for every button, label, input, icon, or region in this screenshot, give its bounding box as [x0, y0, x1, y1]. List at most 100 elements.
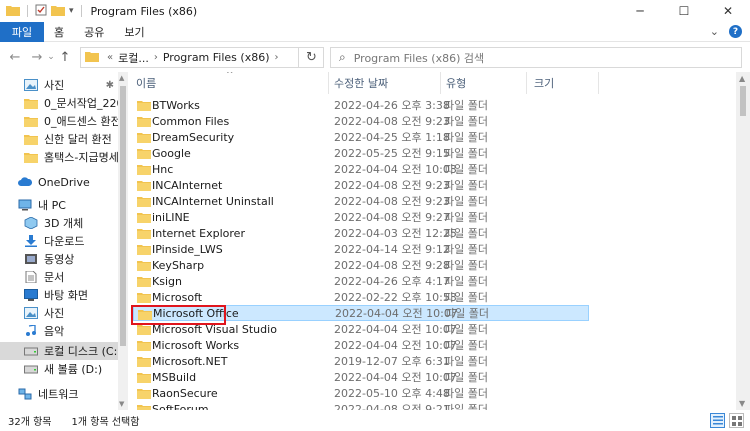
- search-box[interactable]: ⌕ Program Files (x86) 검색: [330, 47, 742, 68]
- file-row[interactable]: Microsoft.NET 2019-12-07 오후 6:31 파일 폴더: [133, 353, 589, 369]
- folder-icon: [24, 133, 38, 145]
- file-name: Common Files: [152, 114, 230, 128]
- tab-file[interactable]: 파일: [0, 21, 44, 42]
- chevron-right-icon[interactable]: ›: [275, 52, 279, 63]
- sidebar-item[interactable]: 0_문서작업_220: [0, 94, 118, 112]
- file-row[interactable]: Hnc 2022-04-04 오전 10:03 파일 폴더: [133, 161, 589, 177]
- file-type: 파일 폴더: [444, 115, 488, 128]
- folder-icon: [137, 291, 151, 306]
- folder-icon: [137, 195, 151, 210]
- column-header-name[interactable]: 이름: [136, 72, 156, 94]
- folder-icon: [137, 163, 151, 178]
- sidebar-item[interactable]: 내 PC: [0, 196, 118, 214]
- file-date: 2022-04-04 오전 10:07: [334, 371, 457, 384]
- file-row[interactable]: Internet Explorer 2022-04-03 오전 12:25 파일 폴…: [133, 225, 589, 241]
- breadcrumb-overflow[interactable]: «: [107, 52, 113, 63]
- drive-icon: [24, 345, 38, 357]
- help-icon[interactable]: ?: [729, 25, 742, 38]
- file-date: 2022-04-08 오전 9:23: [334, 179, 450, 192]
- expand-ribbon-icon[interactable]: ⌄: [710, 25, 719, 38]
- file-row[interactable]: Google 2022-05-25 오전 9:15 파일 폴더: [133, 145, 589, 161]
- tab-home[interactable]: 홈: [44, 24, 74, 40]
- desktop-icon: [24, 289, 38, 301]
- chevron-right-icon[interactable]: ›: [154, 52, 158, 63]
- file-date: 2022-04-14 오전 9:12: [334, 243, 450, 256]
- file-row[interactable]: Common Files 2022-04-08 오전 9:23 파일 폴더: [133, 113, 589, 129]
- file-type: 파일 폴더: [444, 147, 488, 160]
- folder-icon: [85, 50, 99, 65]
- recent-locations-icon[interactable]: ⌄: [46, 48, 56, 66]
- video-icon: [24, 253, 38, 265]
- file-date: 2022-04-25 오후 1:18: [334, 131, 450, 144]
- new-folder-icon[interactable]: [51, 4, 65, 19]
- address-bar[interactable]: « 로컬... › Program Files (x86) ›: [80, 47, 324, 68]
- navigation-pane-scrollbar[interactable]: ▲ ▼: [118, 72, 128, 410]
- file-row[interactable]: RaonSecure 2022-05-10 오후 4:48 파일 폴더: [133, 385, 589, 401]
- minimize-button[interactable]: ─: [618, 0, 662, 22]
- sidebar-item-label: 3D 개체: [44, 217, 84, 230]
- sidebar-item-label: 내 PC: [38, 199, 66, 212]
- sidebar-item-label: 0_문서작업_220: [44, 97, 118, 110]
- file-name: INCAInternet: [152, 178, 223, 192]
- file-date: 2022-04-08 오전 9:27: [334, 211, 450, 224]
- breadcrumb-program-files[interactable]: Program Files (x86): [163, 51, 270, 64]
- properties-icon[interactable]: [35, 4, 47, 19]
- refresh-icon[interactable]: ↻: [298, 47, 324, 68]
- sidebar-item[interactable]: 사진 ✱: [0, 76, 118, 94]
- 3d-objects-icon: [24, 217, 38, 229]
- sidebar-item[interactable]: 음악: [0, 322, 118, 340]
- forward-icon[interactable]: →: [28, 48, 46, 66]
- file-date: 2022-04-04 오전 10:03: [334, 163, 457, 176]
- file-date: 2022-04-04 오전 10:07: [335, 307, 458, 320]
- sidebar-item[interactable]: 바탕 화면: [0, 286, 118, 304]
- folder-icon: [137, 243, 151, 258]
- file-row[interactable]: IPinside_LWS 2022-04-14 오전 9:12 파일 폴더: [133, 241, 589, 257]
- download-icon: [24, 235, 38, 247]
- large-icons-view-icon[interactable]: [729, 413, 744, 428]
- file-row[interactable]: KeySharp 2022-04-08 오전 9:28 파일 폴더: [133, 257, 589, 273]
- file-row[interactable]: Ksign 2022-04-26 오후 4:17 파일 폴더: [133, 273, 589, 289]
- file-row[interactable]: MSBuild 2022-04-04 오전 10:07 파일 폴더: [133, 369, 589, 385]
- file-name: INCAInternet Uninstall: [152, 194, 274, 208]
- file-list: 이름 ^ 수정한 날짜 유형 크기 BTWorks 2022-04-26 오후 3…: [128, 72, 736, 410]
- sidebar-item[interactable]: 0_애드센스 환전: [0, 112, 118, 130]
- sidebar-item[interactable]: 동영상: [0, 250, 118, 268]
- customize-quick-access-icon[interactable]: ▾: [69, 6, 74, 16]
- sidebar-item[interactable]: 다운로드: [0, 232, 118, 250]
- file-row[interactable]: BTWorks 2022-04-26 오후 3:38 파일 폴더: [133, 97, 589, 113]
- up-icon[interactable]: ↑: [56, 48, 74, 66]
- sidebar-item[interactable]: 신한 달러 환전: [0, 130, 118, 148]
- folder-icon: [137, 227, 151, 242]
- column-header-date[interactable]: 수정한 날짜: [334, 72, 388, 94]
- sidebar-item-label: 동영상: [44, 253, 75, 266]
- drive-icon: [24, 363, 38, 375]
- sidebar-item[interactable]: 네트워크: [0, 385, 118, 403]
- file-row[interactable]: SoftForum 2022-04-08 오전 9:21 파일 폴더: [133, 401, 589, 410]
- sidebar-item[interactable]: 문서: [0, 268, 118, 286]
- details-view-icon[interactable]: [710, 413, 725, 428]
- sidebar-item[interactable]: 3D 개체: [0, 214, 118, 232]
- file-row[interactable]: Microsoft Works 2022-04-04 오전 10:07 파일 폴더: [133, 337, 589, 353]
- tab-share[interactable]: 공유: [74, 24, 114, 40]
- file-list-scrollbar[interactable]: ▲ ▼: [736, 72, 750, 410]
- sidebar-item[interactable]: OneDrive: [0, 173, 118, 191]
- sidebar-item[interactable]: 사진: [0, 304, 118, 322]
- file-row[interactable]: INCAInternet 2022-04-08 오전 9:23 파일 폴더: [133, 177, 589, 193]
- close-button[interactable]: ✕: [706, 0, 750, 22]
- breadcrumb-local-disk[interactable]: 로컬...: [118, 50, 149, 66]
- column-header-type[interactable]: 유형: [446, 72, 466, 94]
- file-row[interactable]: iniLINE 2022-04-08 오전 9:27 파일 폴더: [133, 209, 589, 225]
- back-icon[interactable]: ←: [6, 48, 24, 66]
- sidebar-item[interactable]: 새 볼륨 (D:): [0, 360, 118, 378]
- folder-icon: [137, 131, 151, 146]
- sidebar-item[interactable]: 로컬 디스크 (C:): [0, 342, 118, 360]
- search-placeholder: Program Files (x86) 검색: [353, 51, 485, 65]
- file-date: 2022-04-26 오후 4:17: [334, 275, 450, 288]
- file-row[interactable]: Microsoft 2022-02-22 오후 10:53 파일 폴더: [133, 289, 589, 305]
- tab-view[interactable]: 보기: [114, 24, 154, 40]
- maximize-button[interactable]: ☐: [662, 0, 706, 22]
- sidebar-item[interactable]: 홈택스-지급명세: [0, 148, 118, 166]
- column-header-size[interactable]: 크기: [534, 72, 554, 94]
- file-row[interactable]: DreamSecurity 2022-04-25 오후 1:18 파일 폴더: [133, 129, 589, 145]
- file-row[interactable]: INCAInternet Uninstall 2022-04-08 오전 9:23…: [133, 193, 589, 209]
